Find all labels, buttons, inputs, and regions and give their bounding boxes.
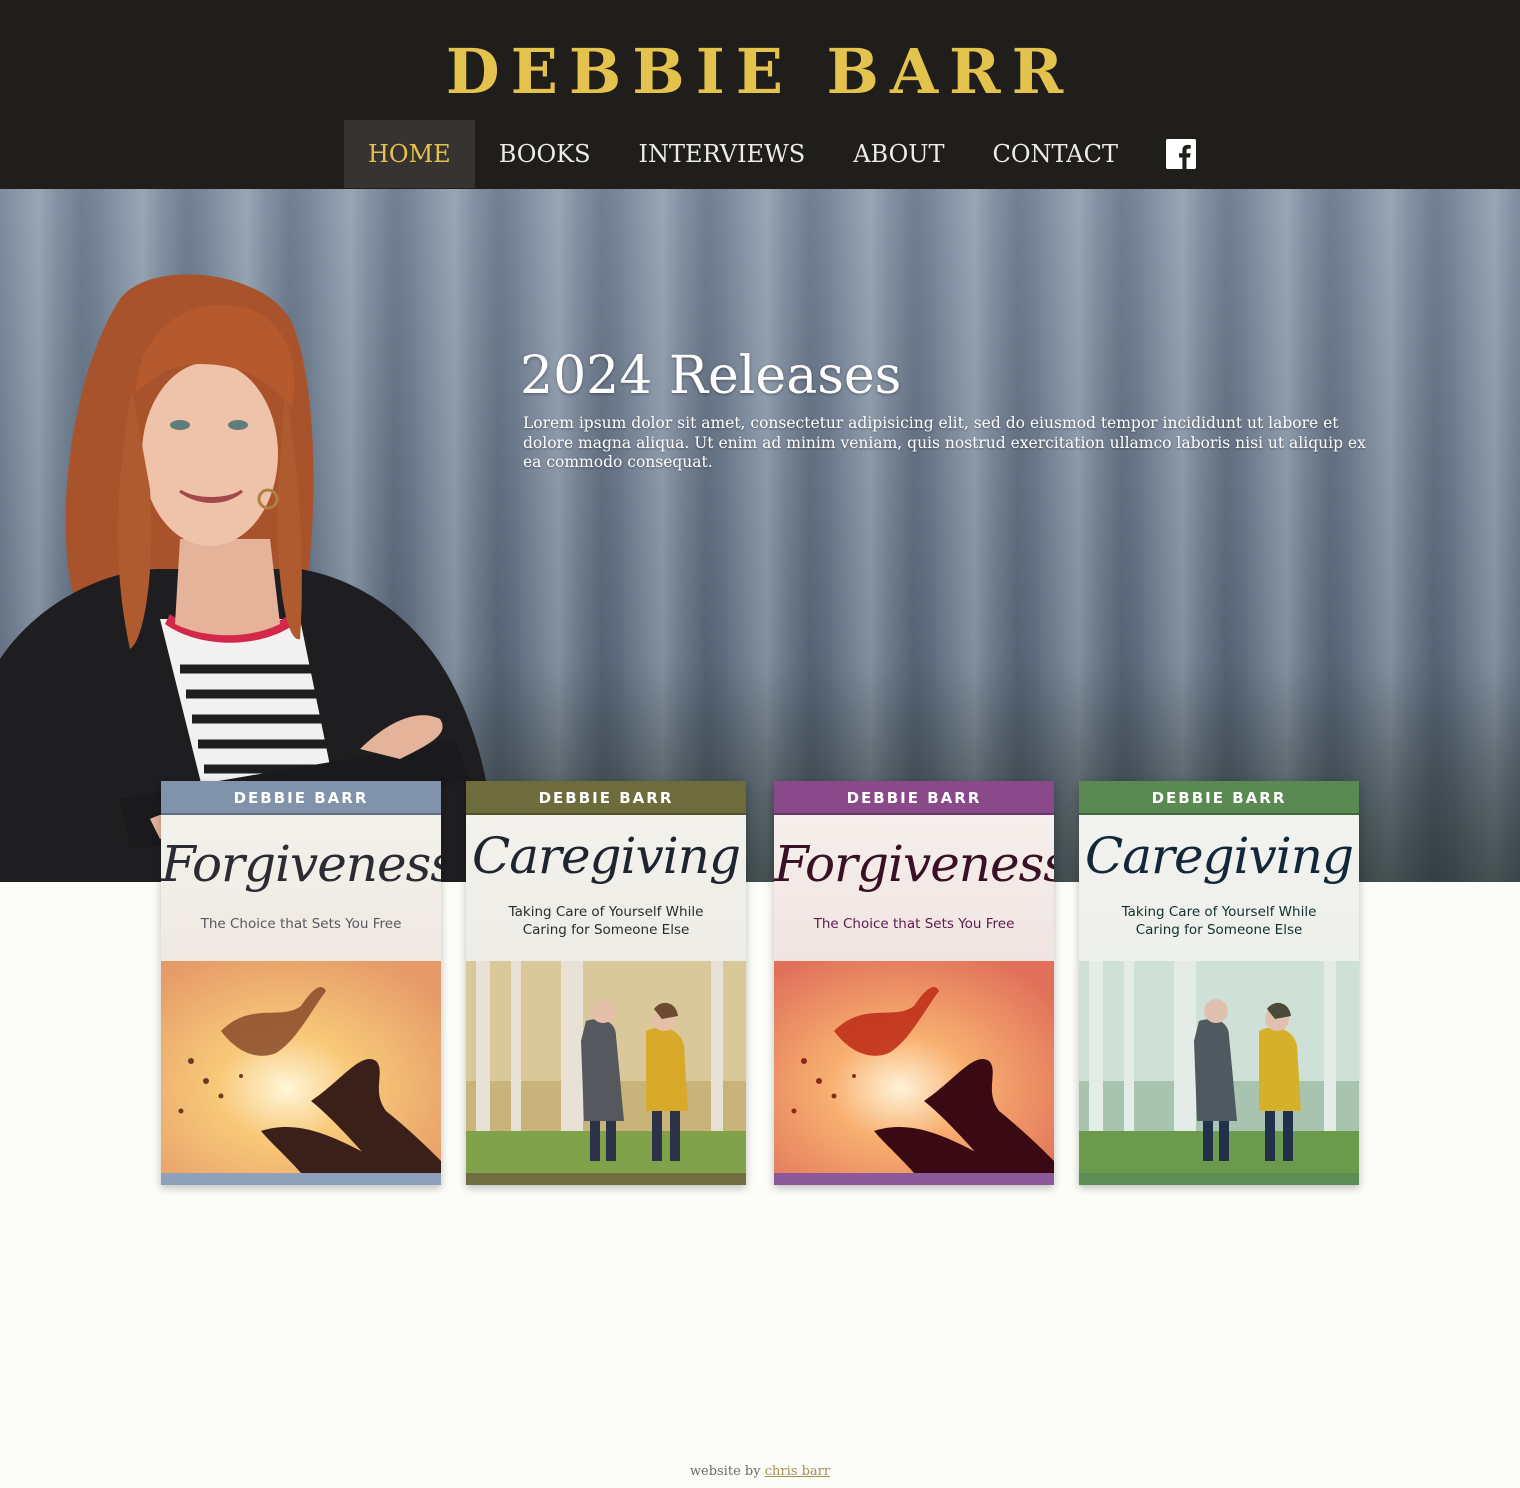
book-cover-top: Forgiveness The Choice that Sets You Fre… [774, 815, 1054, 961]
nav-contact[interactable]: CONTACT [969, 120, 1142, 188]
book-author: DEBBIE BARR [1079, 781, 1359, 815]
book-author: DEBBIE BARR [466, 781, 746, 815]
dove-hands-illustration [161, 961, 441, 1173]
footer-prefix: website by [689, 1464, 765, 1479]
book-cover-top: Forgiveness The Choice that Sets You Fre… [161, 815, 441, 961]
book-card[interactable]: DEBBIE BARR Forgiveness The Choice that … [161, 781, 441, 1185]
book-card[interactable]: DEBBIE BARR Caregiving Taking Care of Yo… [1079, 781, 1359, 1185]
nav-books[interactable]: BOOKS [475, 120, 615, 188]
book-subtitle: The Choice that Sets You Free [813, 916, 1015, 932]
book-title: Forgiveness [774, 835, 1054, 893]
dove-hands-illustration [774, 961, 1054, 1173]
book-title: Caregiving [1084, 827, 1354, 885]
book-title: Forgiveness [161, 835, 441, 893]
hero-description: Lorem ipsum dolor sit amet, consectetur … [523, 414, 1366, 471]
nav-home[interactable]: HOME [344, 120, 475, 188]
nav-interviews[interactable]: INTERVIEWS [615, 120, 830, 188]
footer-credit: website by chris barr [0, 1464, 1520, 1479]
nav-about[interactable]: ABOUT [829, 120, 968, 188]
caregiving-walk-illustration [466, 961, 746, 1173]
book-cover-top: Caregiving Taking Care of Yourself While… [466, 815, 746, 961]
site-title[interactable]: DEBBIE BARR [0, 36, 1520, 108]
book-author: DEBBIE BARR [774, 781, 1054, 815]
book-title: Caregiving [471, 827, 741, 885]
book-foot-band [774, 1173, 1054, 1185]
book-card[interactable]: DEBBIE BARR Caregiving Taking Care of Yo… [466, 781, 746, 1185]
book-foot-band [466, 1173, 746, 1185]
footer-author-link[interactable]: chris barr [765, 1464, 830, 1479]
book-foot-band [161, 1173, 441, 1185]
facebook-icon[interactable] [1165, 139, 1196, 169]
main-nav: HOME BOOKS INTERVIEWS ABOUT CONTACT [344, 120, 1220, 188]
book-cover-top: Caregiving Taking Care of Yourself While… [1079, 815, 1359, 961]
nav-facebook[interactable] [1142, 120, 1220, 188]
book-foot-band [1079, 1173, 1359, 1185]
book-subtitle: Taking Care of Yourself While Caring for… [1121, 904, 1317, 938]
hero-title: 2024 Releases [520, 346, 902, 406]
caregiving-walk-illustration [1079, 961, 1359, 1173]
site-header: DEBBIE BARR HOME BOOKS INTERVIEWS ABOUT … [0, 0, 1520, 189]
book-card[interactable]: DEBBIE BARR Forgiveness The Choice that … [774, 781, 1054, 1185]
book-author: DEBBIE BARR [161, 781, 441, 815]
book-subtitle: Taking Care of Yourself While Caring for… [508, 904, 704, 938]
book-subtitle: The Choice that Sets You Free [200, 916, 402, 932]
hero-banner: 2024 Releases Lorem ipsum dolor sit amet… [0, 189, 1520, 882]
